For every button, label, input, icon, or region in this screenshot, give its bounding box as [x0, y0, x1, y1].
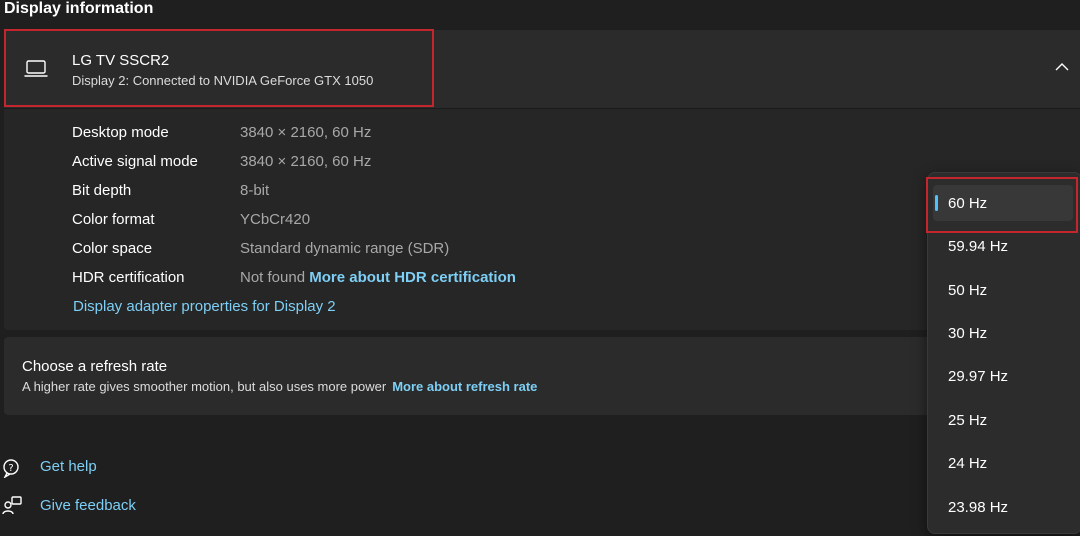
detail-value: 8-bit [240, 182, 270, 199]
refresh-option-label: 25 Hz [948, 412, 988, 429]
get-help-icon: ? [3, 459, 19, 478]
refresh-rate-card: Choose a refresh rate A higher rate give… [4, 337, 1080, 415]
refresh-option-29-97hz[interactable]: 29.97 Hz [933, 358, 1073, 394]
detail-value: Standard dynamic range (SDR) [240, 240, 450, 257]
hdr-status: Not found [240, 269, 306, 286]
detail-label: Desktop mode [72, 124, 169, 141]
refresh-option-label: 24 Hz [948, 455, 988, 472]
refresh-option-25hz[interactable]: 25 Hz [933, 402, 1073, 438]
get-help-label[interactable]: Get help [40, 458, 97, 475]
detail-value: 3840 × 2160, 60 Hz [240, 124, 372, 141]
section-title: Display information [4, 0, 154, 17]
detail-value: 3840 × 2160, 60 Hz [240, 153, 372, 170]
detail-label: Color format [72, 211, 155, 228]
refresh-option-label: 50 Hz [948, 282, 988, 299]
display-adapter-properties-link[interactable]: Display adapter properties for Display 2 [73, 298, 336, 315]
detail-value: YCbCr420 [240, 211, 311, 228]
detail-label: HDR certification [72, 269, 185, 286]
refresh-rate-link[interactable]: More about refresh rate [392, 379, 537, 394]
chevron-up-icon[interactable] [1054, 61, 1070, 73]
detail-value: Not found More about HDR certification [240, 269, 516, 286]
refresh-option-label: 59.94 Hz [948, 238, 1009, 255]
hdr-certification-link[interactable]: More about HDR certification [309, 269, 516, 286]
refresh-option-label: 29.97 Hz [948, 368, 1009, 385]
refresh-option-50hz[interactable]: 50 Hz [933, 272, 1073, 308]
refresh-highlight-annotation [926, 177, 1078, 233]
detail-label: Bit depth [72, 182, 132, 199]
give-feedback-label[interactable]: Give feedback [40, 497, 136, 514]
refresh-option-59-94hz[interactable]: 59.94 Hz [933, 228, 1073, 264]
refresh-rate-description: A higher rate gives smoother motion, but… [22, 379, 537, 394]
refresh-option-label: 30 Hz [948, 325, 988, 342]
refresh-rate-description-text: A higher rate gives smoother motion, but… [22, 379, 387, 394]
refresh-option-30hz[interactable]: 30 Hz [933, 315, 1073, 351]
refresh-option-label: 23.98 Hz [948, 499, 1009, 516]
feedback-icon [2, 496, 22, 515]
refresh-option-24hz[interactable]: 24 Hz [933, 445, 1073, 481]
refresh-option-23-98hz[interactable]: 23.98 Hz [933, 489, 1073, 525]
svg-text:?: ? [8, 463, 13, 474]
detail-label: Active signal mode [72, 153, 198, 170]
refresh-rate-title: Choose a refresh rate [22, 358, 168, 375]
display-highlight-annotation [4, 29, 434, 107]
detail-label: Color space [72, 240, 153, 257]
